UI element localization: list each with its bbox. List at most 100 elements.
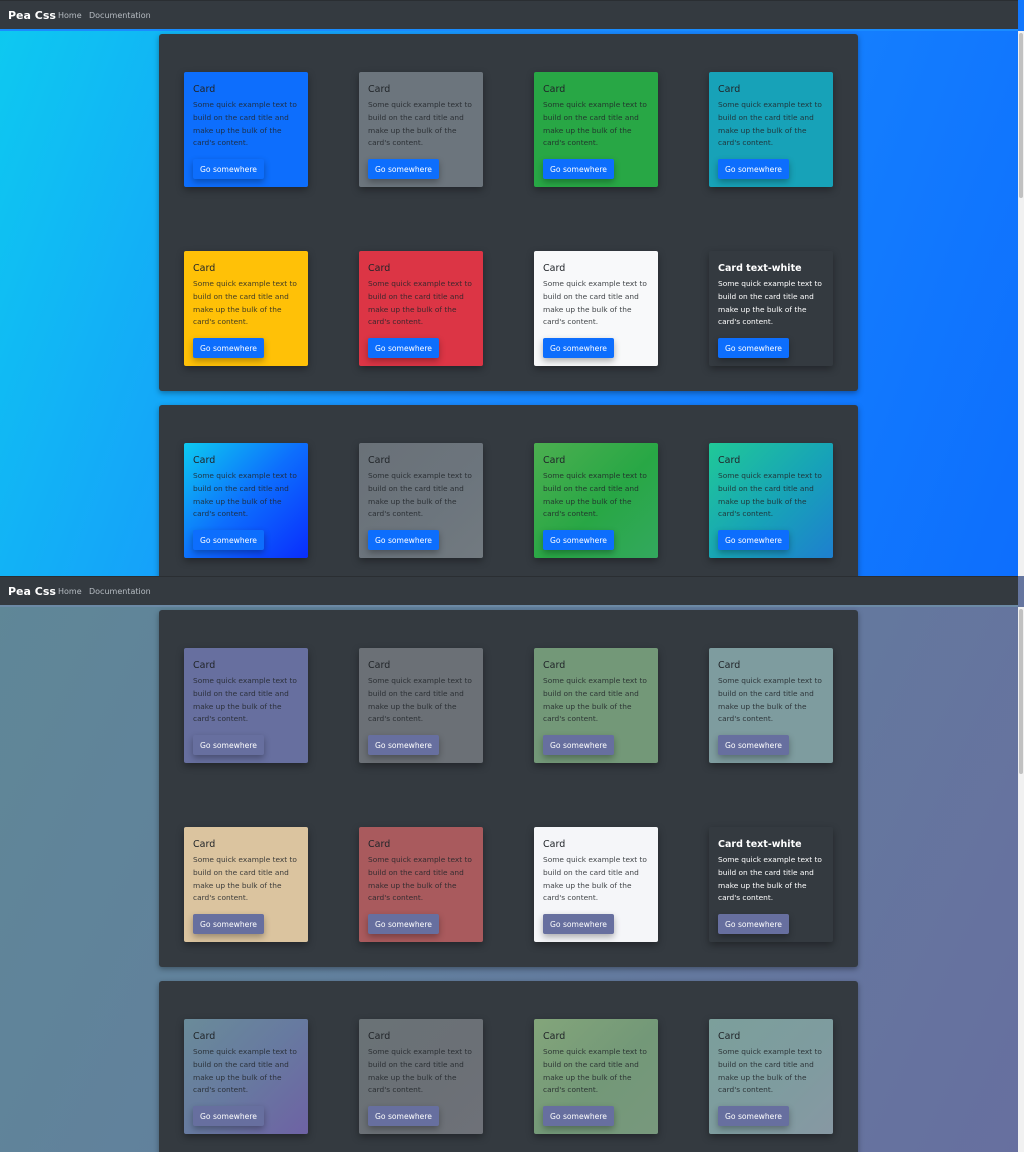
card-text: Some quick example text to build on the … (193, 279, 297, 327)
go-somewhere-button[interactable]: Go somewhere (543, 530, 614, 550)
scrollbar-thumb[interactable] (1019, 33, 1023, 198)
go-somewhere-button[interactable]: Go somewhere (193, 735, 264, 755)
card-title: Card (543, 839, 566, 850)
card-text: Some quick example text to build on the … (543, 855, 647, 903)
go-somewhere-button[interactable]: Go somewhere (718, 338, 789, 358)
card-text: Some quick example text to build on the … (718, 279, 822, 327)
card-warning: Card Some quick example text to build on… (184, 251, 308, 366)
card-text: Some quick example text to build on the … (718, 100, 822, 148)
go-somewhere-button[interactable]: Go somewhere (718, 159, 789, 179)
card-gradient-success: Card Some quick example text to build on… (534, 443, 658, 558)
scrollbar-thumb[interactable] (1019, 609, 1023, 774)
card-title: Card (193, 263, 216, 274)
card-light: Card Some quick example text to build on… (534, 827, 658, 942)
card-title: Card (193, 1031, 216, 1042)
card-title: Card text-white (718, 839, 802, 850)
card-text: Some quick example text to build on the … (718, 676, 822, 724)
nav-link-documentation[interactable]: Documentation (89, 587, 151, 596)
card-text: Some quick example text to build on the … (543, 471, 647, 519)
go-somewhere-button[interactable]: Go somewhere (193, 338, 264, 358)
card-title: Card (193, 455, 216, 466)
card-text: Some quick example text to build on the … (368, 1047, 472, 1095)
card-title: Card (718, 1031, 741, 1042)
go-somewhere-button[interactable]: Go somewhere (718, 735, 789, 755)
card-primary: Card Some quick example text to build on… (184, 648, 308, 763)
navbar-brand[interactable]: Pea Css (8, 585, 56, 598)
card-dark: Card text-white Some quick example text … (709, 827, 833, 942)
card-title: Card (368, 84, 391, 95)
go-somewhere-button[interactable]: Go somewhere (193, 159, 264, 179)
card-text: Some quick example text to build on the … (368, 471, 472, 519)
card-text: Some quick example text to build on the … (368, 279, 472, 327)
screenshot-bottom: Pea Css Home Documentation Card Some qui… (0, 576, 1024, 1152)
card-title: Card text-white (718, 263, 802, 274)
card-text: Some quick example text to build on the … (543, 676, 647, 724)
card-title: Card (193, 660, 216, 671)
screenshot-top: Pea Css Home Documentation Card Some qui… (0, 0, 1024, 576)
card-primary: Card Some quick example text to build on… (184, 72, 308, 187)
card-title: Card (368, 1031, 391, 1042)
card-success: Card Some quick example text to build on… (534, 72, 658, 187)
go-somewhere-button[interactable]: Go somewhere (718, 1106, 789, 1126)
card-danger: Card Some quick example text to build on… (359, 827, 483, 942)
card-title: Card (543, 660, 566, 671)
gradient-card-panel: Card Some quick example text to build on… (159, 981, 858, 1152)
go-somewhere-button[interactable]: Go somewhere (193, 1106, 264, 1126)
card-text: Some quick example text to build on the … (718, 855, 822, 903)
go-somewhere-button[interactable]: Go somewhere (193, 914, 264, 934)
gradient-card-panel: Card Some quick example text to build on… (159, 405, 858, 576)
go-somewhere-button[interactable]: Go somewhere (193, 530, 264, 550)
card-info: Card Some quick example text to build on… (709, 648, 833, 763)
go-somewhere-button[interactable]: Go somewhere (368, 338, 439, 358)
card-gradient-primary: Card Some quick example text to build on… (184, 443, 308, 558)
nav-link-documentation[interactable]: Documentation (89, 11, 151, 20)
nav-link-home[interactable]: Home (58, 11, 82, 20)
card-text: Some quick example text to build on the … (543, 100, 647, 148)
card-gradient-primary: Card Some quick example text to build on… (184, 1019, 308, 1134)
card-text: Some quick example text to build on the … (543, 279, 647, 327)
card-text: Some quick example text to build on the … (193, 855, 297, 903)
card-panel: Card Some quick example text to build on… (159, 610, 858, 967)
card-text: Some quick example text to build on the … (543, 1047, 647, 1095)
card-title: Card (193, 84, 216, 95)
go-somewhere-button[interactable]: Go somewhere (368, 1106, 439, 1126)
scrollbar[interactable] (1018, 607, 1024, 1152)
card-text: Some quick example text to build on the … (718, 1047, 822, 1095)
card-title: Card (368, 455, 391, 466)
card-info: Card Some quick example text to build on… (709, 72, 833, 187)
go-somewhere-button[interactable]: Go somewhere (543, 735, 614, 755)
navbar: Pea Css Home Documentation (0, 576, 1018, 607)
card-title: Card (368, 839, 391, 850)
card-text: Some quick example text to build on the … (368, 676, 472, 724)
go-somewhere-button[interactable]: Go somewhere (368, 530, 439, 550)
go-somewhere-button[interactable]: Go somewhere (718, 914, 789, 934)
go-somewhere-button[interactable]: Go somewhere (368, 159, 439, 179)
card-panel: Card Some quick example text to build on… (159, 34, 858, 391)
go-somewhere-button[interactable]: Go somewhere (718, 530, 789, 550)
card-danger: Card Some quick example text to build on… (359, 251, 483, 366)
card-dark: Card text-white Some quick example text … (709, 251, 833, 366)
card-light: Card Some quick example text to build on… (534, 251, 658, 366)
scrollbar[interactable] (1018, 31, 1024, 576)
card-success: Card Some quick example text to build on… (534, 648, 658, 763)
card-secondary: Card Some quick example text to build on… (359, 648, 483, 763)
card-title: Card (368, 660, 391, 671)
card-title: Card (193, 839, 216, 850)
card-title: Card (543, 1031, 566, 1042)
card-secondary: Card Some quick example text to build on… (359, 72, 483, 187)
card-text: Some quick example text to build on the … (193, 471, 297, 519)
go-somewhere-button[interactable]: Go somewhere (368, 735, 439, 755)
go-somewhere-button[interactable]: Go somewhere (543, 338, 614, 358)
card-gradient-success: Card Some quick example text to build on… (534, 1019, 658, 1134)
card-gradient-secondary: Card Some quick example text to build on… (359, 443, 483, 558)
go-somewhere-button[interactable]: Go somewhere (368, 914, 439, 934)
card-title: Card (543, 455, 566, 466)
card-title: Card (543, 263, 566, 274)
card-text: Some quick example text to build on the … (193, 100, 297, 148)
navbar-brand[interactable]: Pea Css (8, 9, 56, 22)
card-warning: Card Some quick example text to build on… (184, 827, 308, 942)
nav-link-home[interactable]: Home (58, 587, 82, 596)
go-somewhere-button[interactable]: Go somewhere (543, 1106, 614, 1126)
go-somewhere-button[interactable]: Go somewhere (543, 159, 614, 179)
go-somewhere-button[interactable]: Go somewhere (543, 914, 614, 934)
